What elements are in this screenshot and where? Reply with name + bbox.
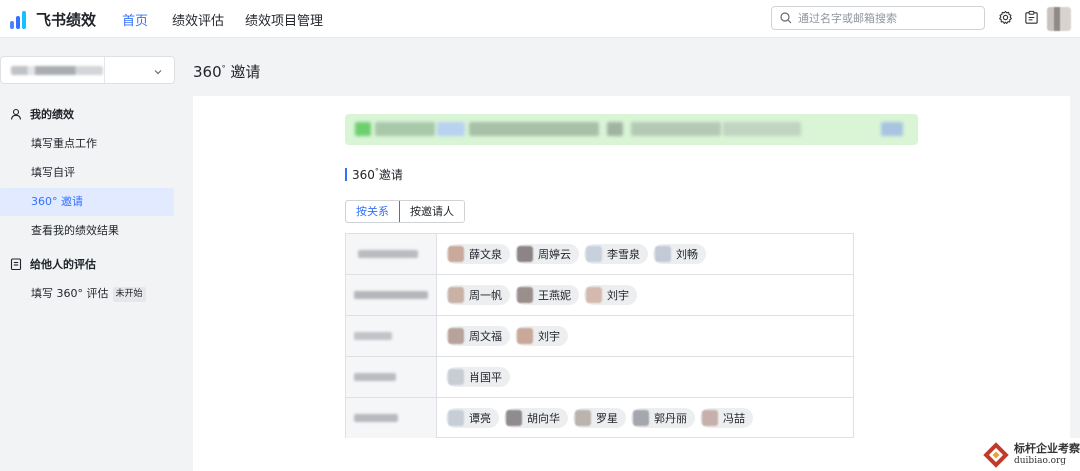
avatar [448,410,464,426]
table-row: 薛文泉 周婷云 李雪泉 刘畅 [346,234,853,275]
sidebar-item-key-work[interactable]: 填写重点工作 [0,130,174,158]
invitee-chip[interactable]: 刘宇 [584,285,637,305]
invitee-chip[interactable]: 周文福 [446,326,510,346]
relationship-cell [346,357,437,397]
invitee-chip[interactable]: 周婷云 [515,244,579,264]
sidebar-item-self-review[interactable]: 填写自评 [0,159,174,187]
sidebar-item-my-results[interactable]: 查看我的绩效结果 [0,217,174,245]
invite-table: 薛文泉 周婷云 李雪泉 刘畅 周一帆 王燕妮 刘宇 周文福 刘宇 肖国平 谭亮 … [345,233,854,438]
relationship-cell [346,316,437,356]
nav-home[interactable]: 首页 [122,10,148,29]
avatar [575,410,591,426]
avatar [655,246,671,262]
settings-gear-icon[interactable] [998,10,1013,28]
page-title: 360° 邀请 [193,63,261,81]
search-icon [780,12,792,24]
table-row: 周文福 刘宇 [346,316,853,357]
watermark: 标杆企业考察 duibiao.org [978,438,1080,471]
table-row: 周一帆 王燕妮 刘宇 [346,275,853,316]
avatar [448,328,464,344]
relationship-cell [346,234,437,274]
top-navigation-bar: 飞书绩效 首页 绩效评估 绩效项目管理 [0,0,1080,38]
avatar [586,246,602,262]
relationship-cell [346,275,437,315]
sidebar-item-fill-360-review[interactable]: 填写 360° 评估 未开始 [0,280,174,308]
avatar [448,246,464,262]
clipboard-icon[interactable] [1024,10,1039,28]
invitee-chip[interactable]: 王燕妮 [515,285,579,305]
sidebar-section-review-others: 给他人的评估 [10,256,96,272]
view-toggle: 按关系 按邀请人 [345,200,465,223]
avatar [702,410,718,426]
chevron-down-icon [153,66,163,80]
avatar [517,246,533,262]
diamond-logo-icon [983,441,1009,468]
invitee-chip[interactable]: 薛文泉 [446,244,510,264]
table-row: 谭亮 胡向华 罗星 郭丹丽 冯喆 [346,398,853,439]
avatar [448,369,464,385]
search-box[interactable] [771,6,985,30]
invitee-chip[interactable]: 周一帆 [446,285,510,305]
relationship-cell [346,398,437,438]
invitee-chip[interactable]: 罗星 [573,408,626,428]
watermark-line2: duibiao.org [1014,455,1067,466]
user-icon [10,108,22,120]
watermark-line1: 标杆企业考察 [1014,441,1080,455]
invitee-chip[interactable]: 冯喆 [700,408,753,428]
invitee-chip[interactable]: 谭亮 [446,408,499,428]
avatar [586,287,602,303]
avatar [633,410,649,426]
avatar [506,410,522,426]
search-input[interactable] [798,11,978,25]
avatar [448,287,464,303]
lark-logo-icon [10,10,30,29]
invitee-chip[interactable]: 李雪泉 [584,244,648,264]
blurred-info-banner [345,114,918,145]
nav-performance-review[interactable]: 绩效评估 [172,10,224,29]
organization-select[interactable] [0,56,175,84]
avatar [517,287,533,303]
invitee-chip[interactable]: 胡向华 [504,408,568,428]
section-title: 360°邀请 [352,167,403,182]
user-avatar[interactable] [1047,7,1071,31]
invitee-chip[interactable]: 肖国平 [446,367,510,387]
document-list-icon [10,258,22,270]
blurred-organization-name [11,66,103,75]
sidebar: 我的绩效 填写重点工作 填写自评 360° 邀请 查看我的绩效结果 给他人的评估… [0,39,190,471]
app-name: 飞书绩效 [36,11,97,29]
app-logo[interactable]: 飞书绩效 [10,9,96,30]
tab-by-inviter[interactable]: 按邀请人 [400,201,464,222]
status-badge: 未开始 [112,286,146,302]
nav-performance-project-management[interactable]: 绩效项目管理 [245,10,323,29]
invitee-chip[interactable]: 刘宇 [515,326,568,346]
avatar [517,328,533,344]
sidebar-item-label: 填写 360° 评估 [31,287,109,300]
sidebar-item-360-invite[interactable]: 360° 邀请 [0,188,174,216]
sidebar-section-my-performance: 我的绩效 [10,106,74,122]
invitee-chip[interactable]: 刘畅 [653,244,706,264]
table-row: 肖国平 [346,357,853,398]
invitee-chip[interactable]: 郭丹丽 [631,408,695,428]
tab-by-relationship[interactable]: 按关系 [346,201,400,222]
